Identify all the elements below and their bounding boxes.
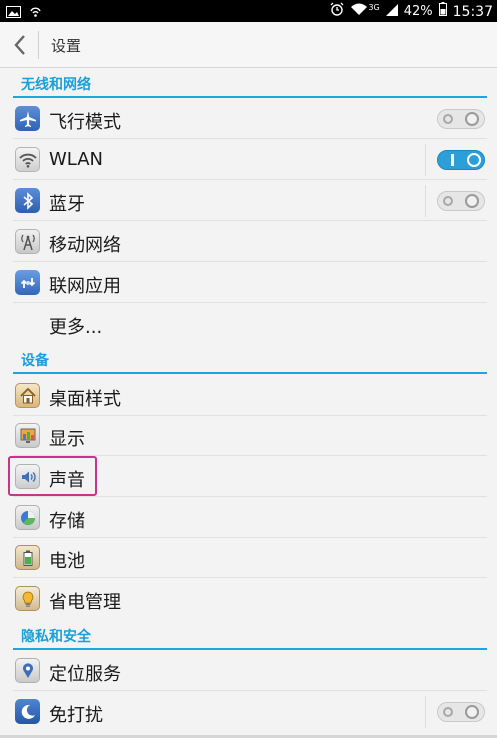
alarm-icon (330, 2, 344, 22)
settings-item-more[interactable]: 更多... (13, 304, 487, 344)
location-pin-icon (15, 658, 40, 683)
toggle-off-mark (443, 706, 453, 718)
settings-item-label: 桌面样式 (49, 389, 121, 410)
chevron-left-icon (14, 35, 25, 55)
settings-item-label: 省电管理 (49, 592, 121, 613)
settings-item-label: WLAN (49, 149, 104, 170)
settings-item-location[interactable]: 定位服务 (13, 651, 487, 691)
section-title: 无线和网络 (21, 77, 91, 93)
row-divider (13, 220, 487, 221)
vertical-divider (425, 696, 426, 728)
settings-item-label: 显示 (49, 429, 85, 450)
pie-chart-icon (15, 505, 40, 530)
settings-item-label: 移动网络 (49, 235, 121, 256)
row-divider (13, 577, 487, 578)
section-title: 隐私和安全 (21, 629, 91, 645)
row-divider (13, 496, 487, 497)
settings-item-power-management[interactable]: 省电管理 (13, 579, 487, 619)
row-divider (13, 179, 487, 180)
settings-item-bluetooth[interactable]: 蓝牙 (13, 181, 487, 221)
settings-item-label: 更多... (49, 317, 103, 338)
settings-item-battery[interactable]: 电池 (13, 538, 487, 578)
battery-percent: 42% (403, 4, 433, 19)
section-divider (13, 648, 487, 650)
settings-item-airplane[interactable]: 飞行模式 (13, 99, 487, 139)
do-not-disturb-toggle[interactable] (437, 702, 485, 722)
action-bar: 设置 (0, 22, 497, 68)
row-divider (13, 302, 487, 303)
vertical-divider (425, 144, 426, 176)
cell-signal-icon (385, 3, 398, 22)
row-divider (13, 690, 487, 691)
wifi-icon (15, 147, 40, 172)
toggle-on-mark (448, 154, 458, 166)
settings-item-label: 蓝牙 (49, 194, 85, 215)
settings-item-label: 定位服务 (49, 664, 121, 685)
row-divider (13, 261, 487, 262)
settings-item-label: 联网应用 (49, 276, 121, 297)
bluetooth-toggle[interactable] (437, 191, 485, 211)
sound-highlight-box (8, 456, 97, 496)
display-icon (15, 423, 40, 448)
section-privacy: 隐私和安全 (13, 620, 487, 650)
antenna-icon (15, 229, 40, 254)
bluetooth-icon (15, 188, 40, 213)
wlan-toggle[interactable] (437, 150, 485, 170)
row-divider (13, 138, 487, 139)
wifi-status-icon (350, 2, 368, 22)
section-device: 设备 (13, 344, 487, 374)
network-share-icon (15, 270, 40, 295)
airplane-mode-toggle[interactable] (437, 109, 485, 129)
section-wireless: 无线和网络 (13, 68, 487, 98)
vertical-divider (425, 185, 426, 217)
section-divider (13, 96, 487, 98)
toggle-knob (465, 112, 479, 126)
toggle-knob (465, 194, 479, 208)
moon-icon (15, 699, 40, 724)
settings-item-mobile-network[interactable]: 移动网络 (13, 222, 487, 262)
settings-item-desktop-style[interactable]: 桌面样式 (13, 376, 487, 416)
back-button[interactable] (10, 32, 32, 58)
clock: 15:37 (452, 4, 493, 20)
toggle-knob (467, 153, 481, 167)
settings-item-label: 飞行模式 (49, 112, 121, 133)
settings-item-label: 电池 (49, 551, 85, 572)
toggle-off-mark (443, 113, 453, 125)
gallery-icon (6, 3, 21, 22)
battery-status-icon (438, 2, 447, 22)
wifi-signal-icon (29, 3, 42, 22)
settings-item-display[interactable]: 显示 (13, 416, 487, 456)
settings-item-label: 免打扰 (49, 705, 103, 726)
toggle-off-mark (443, 195, 453, 207)
settings-item-networked-apps[interactable]: 联网应用 (13, 263, 487, 303)
page-title: 设置 (51, 37, 82, 55)
home-icon (15, 383, 40, 408)
section-title: 设备 (21, 353, 49, 369)
lightbulb-icon (15, 586, 40, 611)
toggle-knob (465, 705, 479, 719)
settings-item-label: 存储 (49, 511, 85, 532)
settings-item-wlan[interactable]: WLAN (13, 140, 487, 180)
section-divider (13, 372, 487, 374)
status-bar: 3G 42% 15:37 (0, 0, 497, 22)
action-bar-divider (38, 31, 39, 59)
battery-icon (15, 545, 40, 570)
network-type: 3G (368, 3, 380, 12)
settings-item-storage[interactable]: 存储 (13, 498, 487, 538)
airplane-icon (15, 106, 40, 131)
settings-item-do-not-disturb[interactable]: 免打扰 (13, 692, 487, 732)
